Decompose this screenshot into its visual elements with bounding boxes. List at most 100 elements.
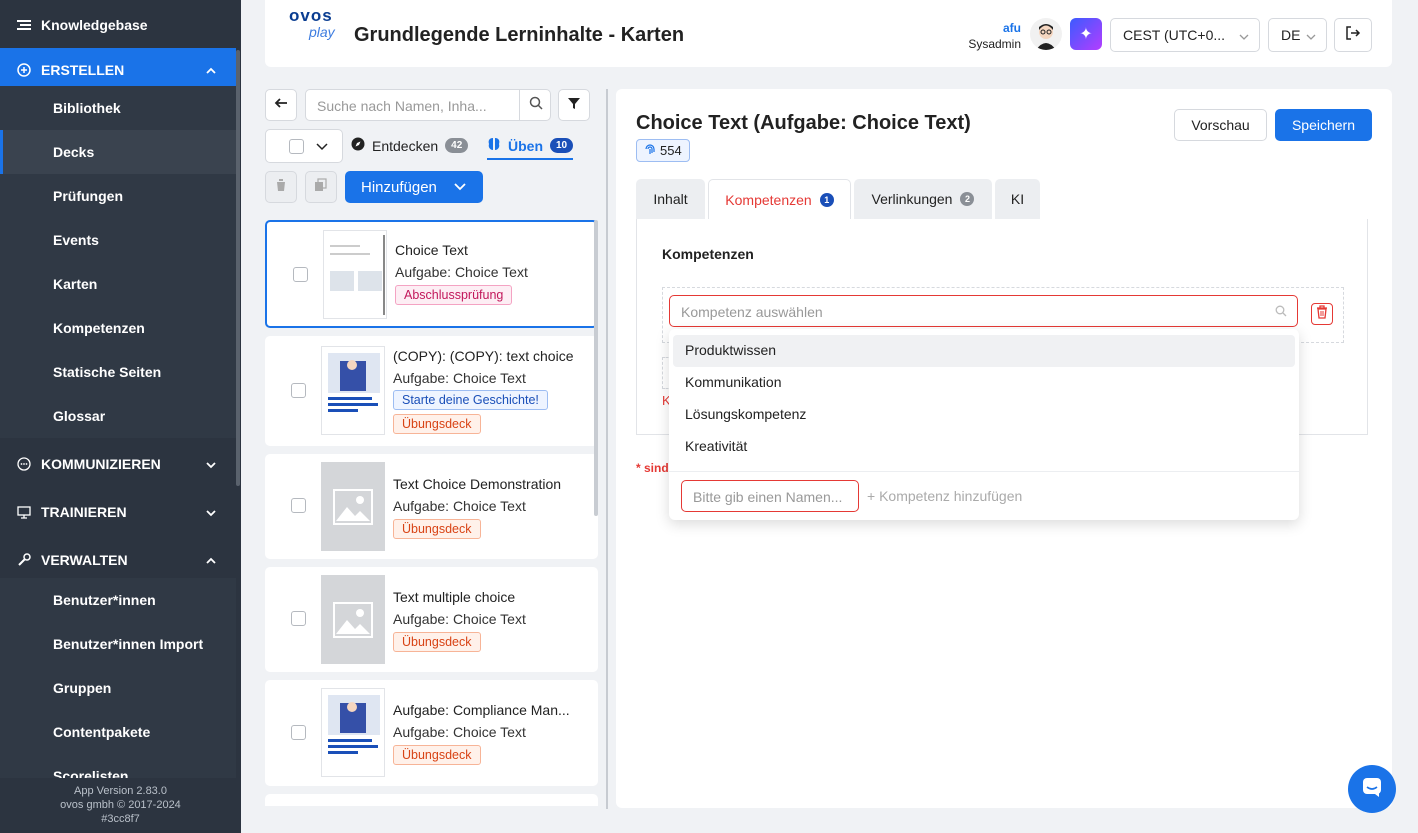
filter-button[interactable] bbox=[558, 89, 590, 121]
card-subtitle: Aufgabe: Choice Text bbox=[393, 498, 526, 514]
avatar[interactable] bbox=[1030, 18, 1062, 50]
chat-launcher-button[interactable] bbox=[1348, 765, 1396, 813]
item-label: Events bbox=[53, 232, 99, 248]
tab-ki[interactable]: KI bbox=[995, 179, 1040, 219]
app-version: App Version 2.83.0 bbox=[74, 785, 167, 797]
save-button[interactable]: Speichern bbox=[1275, 109, 1372, 141]
sidebar-item-decks[interactable]: Decks bbox=[0, 130, 236, 174]
user-info[interactable]: afu Sysadmin bbox=[955, 20, 1021, 52]
card-checkbox[interactable] bbox=[291, 611, 306, 626]
chat-bubble-icon bbox=[16, 456, 32, 472]
list-item[interactable] bbox=[265, 794, 598, 806]
card-title: Text Choice Demonstration bbox=[393, 476, 562, 492]
presentation-icon bbox=[16, 504, 32, 520]
count-badge: 42 bbox=[445, 138, 469, 153]
list-item[interactable]: (COPY): (COPY): text choice Aufgabe: Cho… bbox=[265, 336, 598, 446]
required-note: * sind bbox=[636, 461, 669, 475]
tab-entdecken[interactable]: Entdecken 42 bbox=[351, 137, 469, 154]
ai-sparkle-button[interactable]: ✦ bbox=[1070, 18, 1102, 50]
tab-kompetenzen[interactable]: Kompetenzen 1 bbox=[708, 179, 851, 220]
list-item[interactable]: Text Choice Demonstration Aufgabe: Choic… bbox=[265, 454, 598, 559]
search-button[interactable] bbox=[519, 89, 551, 121]
sidebar-item-bibliothek[interactable]: Bibliothek bbox=[0, 86, 236, 130]
section-trainieren[interactable]: TRAINIEREN bbox=[0, 490, 236, 534]
competence-dropdown: Produktwissen Kommunikation Lösungskompe… bbox=[669, 329, 1299, 520]
chevron-up-icon bbox=[206, 553, 216, 569]
list-item[interactable]: Text multiple choice Aufgabe: Choice Tex… bbox=[265, 567, 598, 672]
add-competence-button[interactable]: + Kompetenz hinzufügen bbox=[867, 488, 1022, 504]
section-label: TRAINIEREN bbox=[41, 504, 127, 520]
timezone-select[interactable]: CEST (UTC+0... bbox=[1110, 18, 1260, 52]
card-checkbox[interactable] bbox=[291, 383, 306, 398]
add-button[interactable]: Hinzufügen bbox=[345, 171, 483, 203]
item-label: Gruppen bbox=[53, 680, 112, 696]
card-title: Aufgabe: Compliance Man... bbox=[393, 702, 570, 718]
sidebar-item-benutzer[interactable]: Benutzer*innen bbox=[0, 578, 236, 622]
tab-badge: 1 bbox=[819, 193, 834, 207]
tab-inhalt[interactable]: Inhalt bbox=[636, 179, 705, 219]
delete-button[interactable] bbox=[265, 171, 297, 203]
wrench-icon bbox=[16, 552, 32, 568]
brand-label: Knowledgebase bbox=[41, 17, 148, 33]
section-kommunizieren[interactable]: KOMMUNIZIEREN bbox=[0, 442, 236, 486]
sidebar-item-karten[interactable]: Karten bbox=[0, 262, 236, 306]
sidebar-item-benutzer-import[interactable]: Benutzer*innen Import bbox=[0, 622, 236, 666]
compass-icon bbox=[351, 137, 365, 154]
sidebar-item-pruefungen[interactable]: Prüfungen bbox=[0, 174, 236, 218]
build-hash: #3cc8f7 bbox=[101, 813, 140, 825]
tab-ueben[interactable]: Üben 10 bbox=[487, 137, 574, 160]
sidebar-item-glossar[interactable]: Glossar bbox=[0, 394, 236, 438]
option-loesungskompetenz[interactable]: Lösungskompetenz bbox=[673, 399, 1295, 431]
list-scrollbar[interactable] bbox=[594, 220, 598, 516]
chevron-down-icon bbox=[1306, 29, 1316, 45]
card-checkbox[interactable] bbox=[293, 267, 308, 282]
list-item[interactable]: Aufgabe: Compliance Man... Aufgabe: Choi… bbox=[265, 680, 598, 786]
select-all-checkbox[interactable] bbox=[289, 139, 304, 154]
card-title: (COPY): (COPY): text choice bbox=[393, 348, 574, 364]
card-checkbox[interactable] bbox=[291, 725, 306, 740]
option-kreativitaet[interactable]: Kreativität bbox=[673, 431, 1295, 463]
sidebar-brand[interactable]: Knowledgebase bbox=[0, 3, 236, 47]
card-subtitle: Aufgabe: Choice Text bbox=[393, 611, 526, 627]
logout-button[interactable] bbox=[1334, 18, 1372, 52]
chevron-down-icon bbox=[206, 457, 216, 473]
card-checkbox[interactable] bbox=[291, 498, 306, 513]
logo: ovos bbox=[289, 6, 333, 25]
brain-icon bbox=[487, 137, 501, 154]
section-label: KOMMUNIZIEREN bbox=[41, 456, 161, 472]
tab-verlinkungen[interactable]: Verlinkungen 2 bbox=[854, 179, 992, 219]
competence-select-input[interactable]: Kompetenz auswählen bbox=[669, 295, 1298, 327]
back-button[interactable] bbox=[265, 89, 297, 121]
list-item[interactable]: Choice Text Aufgabe: Choice Text Abschlu… bbox=[265, 220, 598, 328]
trash-icon bbox=[1316, 304, 1328, 324]
item-label: Decks bbox=[53, 144, 95, 160]
card-editor-title: Choice Text (Aufgabe: Choice Text) bbox=[636, 112, 971, 134]
pane-resizer[interactable] bbox=[606, 89, 608, 809]
delete-competence-button[interactable] bbox=[1311, 303, 1333, 325]
language-select[interactable]: DE bbox=[1268, 18, 1327, 52]
item-label: Contentpakete bbox=[53, 724, 151, 740]
search-input[interactable]: Suche nach Namen, Inha... bbox=[305, 89, 551, 121]
item-label: Karten bbox=[53, 276, 98, 292]
select-placeholder: Kompetenz auswählen bbox=[681, 304, 823, 320]
image-placeholder-icon bbox=[321, 575, 385, 664]
copy-button[interactable] bbox=[305, 171, 337, 203]
sidebar-item-events[interactable]: Events bbox=[0, 218, 236, 262]
id-value: 554 bbox=[660, 143, 682, 158]
select-all-dropdown[interactable] bbox=[265, 129, 343, 163]
language-value: DE bbox=[1281, 27, 1301, 43]
sidebar-item-gruppen[interactable]: Gruppen bbox=[0, 666, 236, 710]
card-subtitle: Aufgabe: Choice Text bbox=[393, 370, 526, 386]
sidebar-scrollbar[interactable] bbox=[236, 50, 240, 486]
item-label: Benutzer*innen Import bbox=[53, 636, 204, 652]
option-kommunikation[interactable]: Kommunikation bbox=[673, 367, 1295, 399]
preview-button[interactable]: Vorschau bbox=[1174, 109, 1267, 141]
sidebar-item-contentpakete[interactable]: Contentpakete bbox=[0, 710, 236, 754]
option-produktwissen[interactable]: Produktwissen bbox=[673, 335, 1295, 367]
sidebar-item-kompetenzen[interactable]: Kompetenzen bbox=[0, 306, 236, 350]
section-verwalten[interactable]: VERWALTEN bbox=[0, 538, 236, 582]
new-competence-input[interactable]: Bitte gib einen Namen... bbox=[681, 480, 859, 512]
sidebar-item-statische-seiten[interactable]: Statische Seiten bbox=[0, 350, 236, 394]
section-label: ERSTELLEN bbox=[41, 62, 125, 78]
chevron-up-icon bbox=[206, 63, 216, 79]
